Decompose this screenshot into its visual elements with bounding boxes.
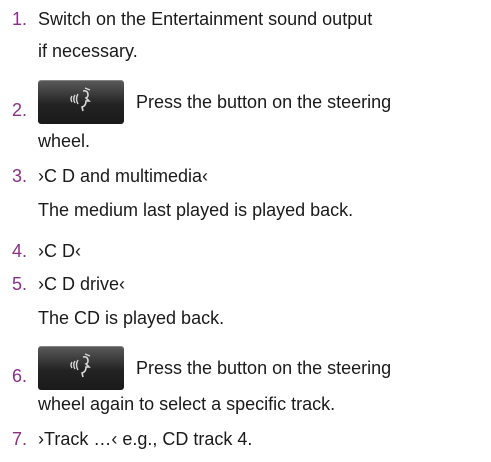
step-text-line-2: wheel. (38, 131, 91, 151)
step-number: 2. (12, 100, 28, 120)
step-number: 3. (12, 166, 28, 186)
step-text-line-1: ›C D and multimedia‹ (38, 166, 209, 186)
instruction-list: 1. Switch on the Entertainment sound out… (0, 0, 491, 462)
step-result-note: The medium last played is played back. (38, 200, 354, 220)
step-number: 6. (12, 366, 28, 386)
step-number: 1. (12, 9, 28, 29)
step-number: 4. (12, 241, 28, 261)
step-text-line-1: ›C D drive‹ (38, 274, 126, 294)
step-number: 7. (12, 429, 28, 449)
step-text-row: Press the button on the steering (38, 346, 487, 390)
voice-control-button-icon (38, 346, 124, 390)
step-result-note: The CD is played back. (38, 308, 225, 328)
step-text-line-1: Press the button on the steering (136, 92, 392, 112)
step-text-line-1: ›C D‹ (38, 241, 81, 261)
step-number: 5. (12, 274, 28, 294)
step-text-line-1: ›Track …‹ e.g., CD track 4. (38, 429, 253, 449)
step-text-line-2: wheel again to select a specific track. (38, 394, 336, 414)
step-text-line-2: if necessary. (38, 41, 138, 61)
step-text-row: Press the button on the steering (38, 80, 487, 124)
step-text-line-1: Press the button on the steering (136, 358, 392, 378)
voice-control-button-icon (38, 80, 124, 124)
step-text-line-1: Switch on the Entertainment sound output (38, 9, 373, 29)
